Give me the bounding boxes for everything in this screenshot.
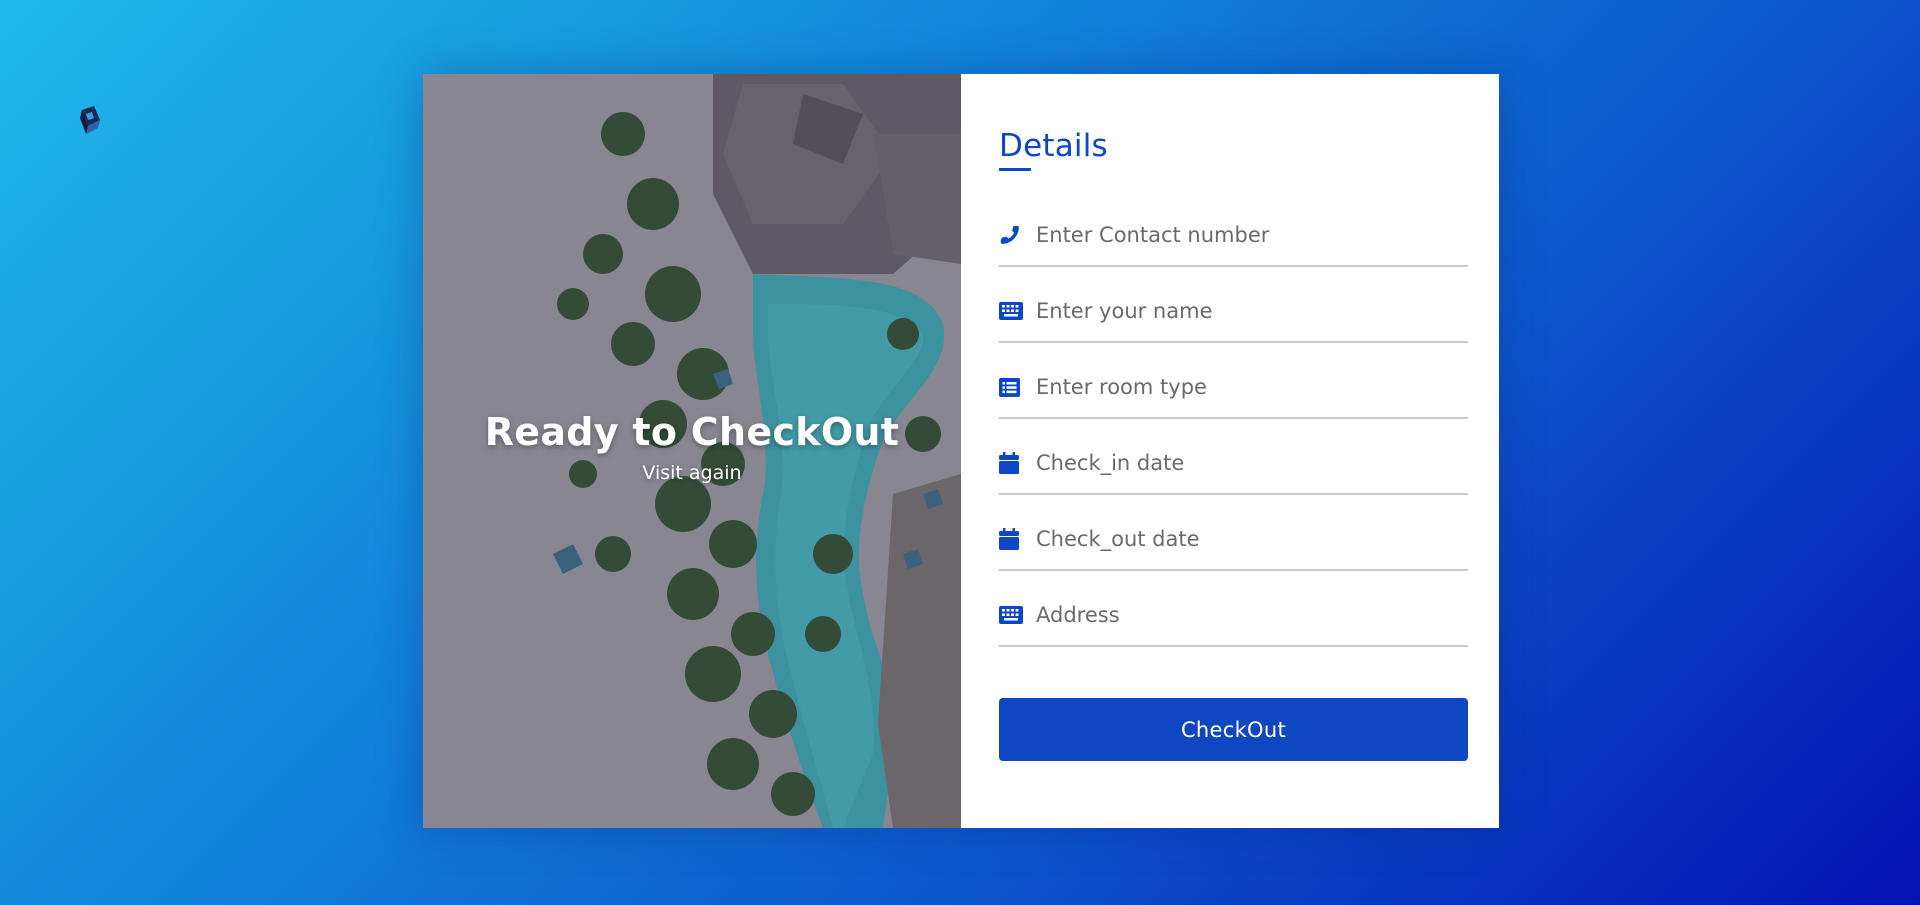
contact-number-input[interactable] [1036,220,1468,250]
checkout-button[interactable]: CheckOut [999,698,1468,761]
address-field [999,571,1468,647]
room-type-input[interactable] [1036,372,1468,402]
name-input[interactable] [1036,296,1468,326]
check-out-date-input[interactable] [1036,524,1468,554]
details-form: Details Enter Contact number Enter your … [999,126,1468,761]
details-form-panel: Details Enter Contact number Enter your … [961,74,1499,828]
keyboard-icon [999,602,1025,628]
logo-icon [80,106,100,134]
name-field [999,267,1468,343]
keyboard-icon [999,298,1025,324]
form-title: Details [999,128,1108,164]
resort-image-panel: Ready to CheckOut Visit again [423,74,961,828]
list-icon [999,374,1025,400]
title-underline [999,168,1031,171]
check-in-date-field [999,419,1468,495]
calendar-icon [999,526,1025,552]
address-input[interactable] [1036,600,1468,630]
hero-subtitle: Visit again [642,462,742,484]
room-type-field [999,343,1468,419]
contact-number-field [999,205,1468,267]
checkout-card: Ready to CheckOut Visit again Details En… [423,74,1499,828]
phone-icon [999,222,1025,248]
calendar-icon [999,450,1025,476]
hero-title: Ready to CheckOut [484,410,900,454]
check-in-date-input[interactable] [1036,448,1468,478]
check-out-date-field [999,495,1468,571]
